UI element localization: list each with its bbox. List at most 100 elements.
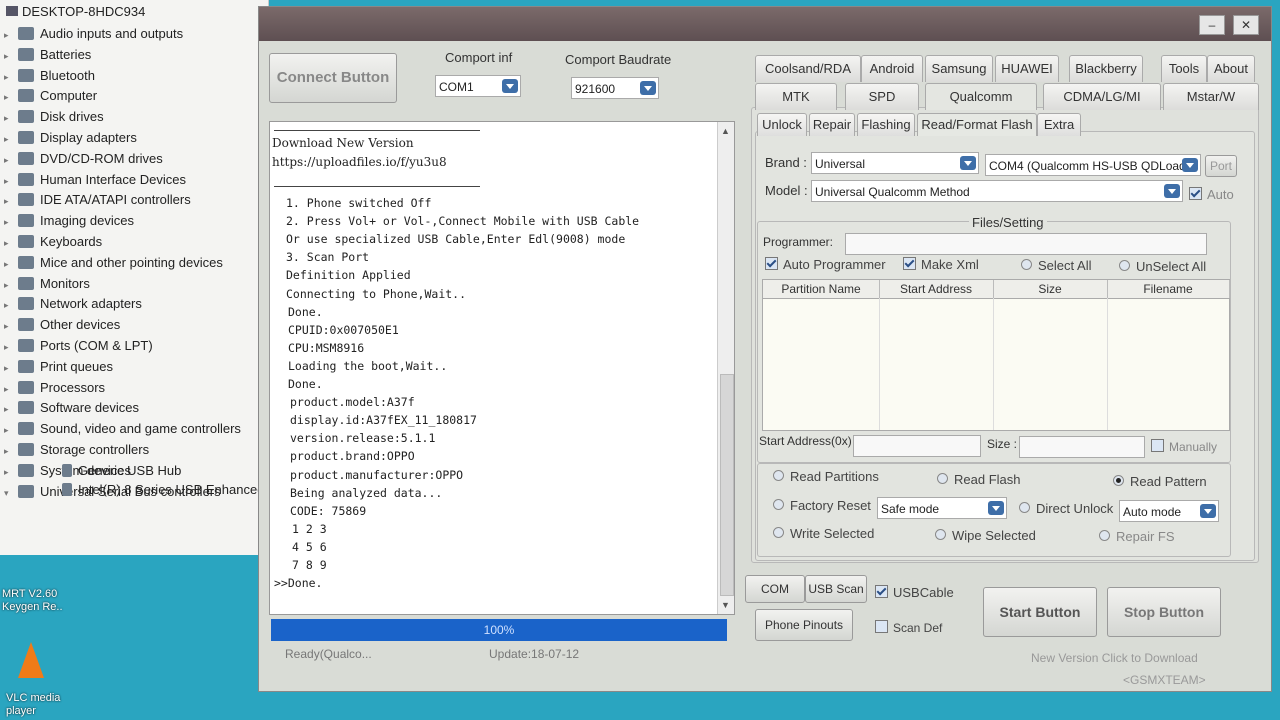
device-category[interactable]: ▸ Display adapters xyxy=(0,128,137,148)
scroll-thumb[interactable] xyxy=(720,374,734,596)
device-category[interactable]: ▸ Sound, video and game controllers xyxy=(0,419,241,439)
subtab[interactable]: Repair xyxy=(809,113,855,136)
device-category[interactable]: ▸ Mice and other pointing devices xyxy=(0,253,223,273)
brand-select[interactable]: Universal xyxy=(811,152,979,174)
expand-right-icon[interactable]: ▸ xyxy=(4,275,14,295)
device-category[interactable]: ▸ Processors xyxy=(0,378,105,398)
device-category[interactable]: ▸ Human Interface Devices xyxy=(0,170,186,190)
partition-column-header[interactable]: Filename xyxy=(1107,280,1230,298)
usb-cable-checkbox[interactable]: USBCable xyxy=(875,585,954,600)
expand-right-icon[interactable]: ▸ xyxy=(4,67,14,87)
device-category[interactable]: ▸ Other devices xyxy=(0,315,120,335)
tab-row1[interactable]: Android xyxy=(861,55,923,82)
expand-right-icon[interactable]: ▸ xyxy=(4,399,14,419)
baud-select[interactable]: 921600 xyxy=(571,77,659,99)
read-pattern-radio[interactable]: Read Pattern xyxy=(1113,474,1207,489)
programmer-field[interactable] xyxy=(845,233,1207,255)
manually-checkbox[interactable]: Manually xyxy=(1151,439,1217,454)
expand-right-icon[interactable]: ▸ xyxy=(4,254,14,274)
select-all-radio[interactable]: Select All xyxy=(1021,258,1091,273)
expand-right-icon[interactable]: ▸ xyxy=(4,379,14,399)
expand-down-icon[interactable]: ▾ xyxy=(4,483,14,503)
safe-mode-select[interactable]: Safe mode xyxy=(877,497,1007,519)
partition-column-header[interactable]: Start Address xyxy=(879,280,994,298)
device-category[interactable]: ▸ Storage controllers xyxy=(0,440,149,460)
device-category[interactable]: ▸ Network adapters xyxy=(0,294,142,314)
connect-button[interactable]: Connect Button xyxy=(269,53,397,103)
device-category[interactable]: ▸ Ports (COM & LPT) xyxy=(0,336,153,356)
device-category[interactable]: ▸ Bluetooth xyxy=(0,66,95,86)
device-tree-root[interactable]: DESKTOP-8HDC934 xyxy=(6,4,145,19)
status-new-version[interactable]: New Version Click to Download xyxy=(1031,651,1198,665)
minimize-button[interactable]: – xyxy=(1199,15,1225,35)
device-category[interactable]: ▸ Imaging devices xyxy=(0,211,134,231)
write-selected-radio[interactable]: Write Selected xyxy=(773,526,874,541)
expand-right-icon[interactable]: ▸ xyxy=(4,108,14,128)
stop-button[interactable]: Stop Button xyxy=(1107,587,1221,637)
unselect-all-radio[interactable]: UnSelect All xyxy=(1119,259,1206,274)
expand-right-icon[interactable]: ▸ xyxy=(4,295,14,315)
repair-fs-radio[interactable]: Repair FS xyxy=(1099,529,1175,544)
subtab[interactable]: Flashing xyxy=(857,113,915,136)
device-category[interactable]: ▸ IDE ATA/ATAPI controllers xyxy=(0,190,191,210)
device-category[interactable]: ▸ Print queues xyxy=(0,357,113,377)
tab-qualcomm-active[interactable]: Qualcomm xyxy=(925,83,1037,110)
device-category[interactable]: ▸ DVD/CD-ROM drives xyxy=(0,149,163,169)
wipe-selected-radio[interactable]: Wipe Selected xyxy=(935,528,1036,543)
comport-select[interactable]: COM1 xyxy=(435,75,521,97)
subtab[interactable]: Unlock xyxy=(757,113,807,136)
make-xml-checkbox[interactable]: Make Xml xyxy=(903,257,979,272)
expand-right-icon[interactable]: ▸ xyxy=(4,150,14,170)
device-category[interactable]: ▸ Keyboards xyxy=(0,232,102,252)
usb-scan-button[interactable]: USB Scan xyxy=(805,575,867,603)
device-category[interactable]: ▸ Computer xyxy=(0,86,97,106)
expand-right-icon[interactable]: ▸ xyxy=(4,129,14,149)
tab-row1[interactable]: HUAWEI xyxy=(995,55,1059,82)
expand-right-icon[interactable]: ▸ xyxy=(4,171,14,191)
auto-programmer-checkbox[interactable]: Auto Programmer xyxy=(765,257,886,272)
size-field[interactable] xyxy=(1019,436,1145,458)
partition-column-header[interactable]: Partition Name xyxy=(763,280,880,298)
scroll-up-icon[interactable]: ▲ xyxy=(721,126,730,136)
device-category[interactable]: ▸ Audio inputs and outputs xyxy=(0,24,183,44)
expand-right-icon[interactable]: ▸ xyxy=(4,316,14,336)
start-button[interactable]: Start Button xyxy=(983,587,1097,637)
device-category[interactable]: ▸ Monitors xyxy=(0,274,90,294)
model-select[interactable]: Universal Qualcomm Method xyxy=(811,180,1183,202)
tab-row2[interactable]: Mstar/W xyxy=(1163,83,1259,110)
usb-device-item[interactable]: Generic USB Hub xyxy=(32,461,181,481)
expand-right-icon[interactable]: ▸ xyxy=(4,420,14,440)
expand-right-icon[interactable]: ▸ xyxy=(4,358,14,378)
device-category[interactable]: ▸ Batteries xyxy=(0,45,91,65)
expand-right-icon[interactable]: ▸ xyxy=(4,462,14,482)
tab-row1[interactable]: Coolsand/RDA xyxy=(755,55,861,82)
tab-row1[interactable]: About xyxy=(1207,55,1255,82)
auto-mode-select[interactable]: Auto mode xyxy=(1119,500,1219,522)
log-scrollbar[interactable]: ▲ ▼ xyxy=(717,122,734,614)
expand-right-icon[interactable]: ▸ xyxy=(4,191,14,211)
device-category[interactable]: ▸ Disk drives xyxy=(0,107,104,127)
port-select[interactable]: COM4 (Qualcomm HS-USB QDLoad xyxy=(985,154,1201,176)
start-address-field[interactable] xyxy=(853,435,981,457)
read-partitions-radio[interactable]: Read Partitions xyxy=(773,469,879,484)
tab-row2[interactable]: MTK xyxy=(755,83,837,110)
scan-def-checkbox[interactable]: Scan Def xyxy=(875,620,942,635)
factory-reset-radio[interactable]: Factory Reset xyxy=(773,498,871,513)
direct-unlock-radio[interactable]: Direct Unlock xyxy=(1019,501,1113,516)
tab-row1[interactable]: Blackberry xyxy=(1069,55,1143,82)
partition-table[interactable]: Partition Name Start Address Size Filename xyxy=(762,279,1230,431)
device-category[interactable]: ▸ Software devices xyxy=(0,398,139,418)
close-button[interactable]: ✕ xyxy=(1233,15,1259,35)
subtab-read-format-active[interactable]: Read/Format Flash xyxy=(917,113,1037,136)
desktop-icon-mrt[interactable]: MRT V2.60 Keygen Re.. xyxy=(2,588,63,614)
desktop-icon-vlc[interactable]: VLC media player xyxy=(6,692,60,718)
tab-row2[interactable]: CDMA/LG/MI xyxy=(1043,83,1161,110)
expand-right-icon[interactable]: ▸ xyxy=(4,233,14,253)
expand-right-icon[interactable]: ▸ xyxy=(4,212,14,232)
subtab[interactable]: Extra xyxy=(1037,113,1081,136)
expand-right-icon[interactable]: ▸ xyxy=(4,46,14,66)
usb-device-item[interactable]: Intel(R) 8 Series USB Enhanced xyxy=(32,480,264,500)
expand-right-icon[interactable]: ▸ xyxy=(4,87,14,107)
scroll-down-icon[interactable]: ▼ xyxy=(721,600,730,610)
port-button[interactable]: Port xyxy=(1205,155,1237,177)
